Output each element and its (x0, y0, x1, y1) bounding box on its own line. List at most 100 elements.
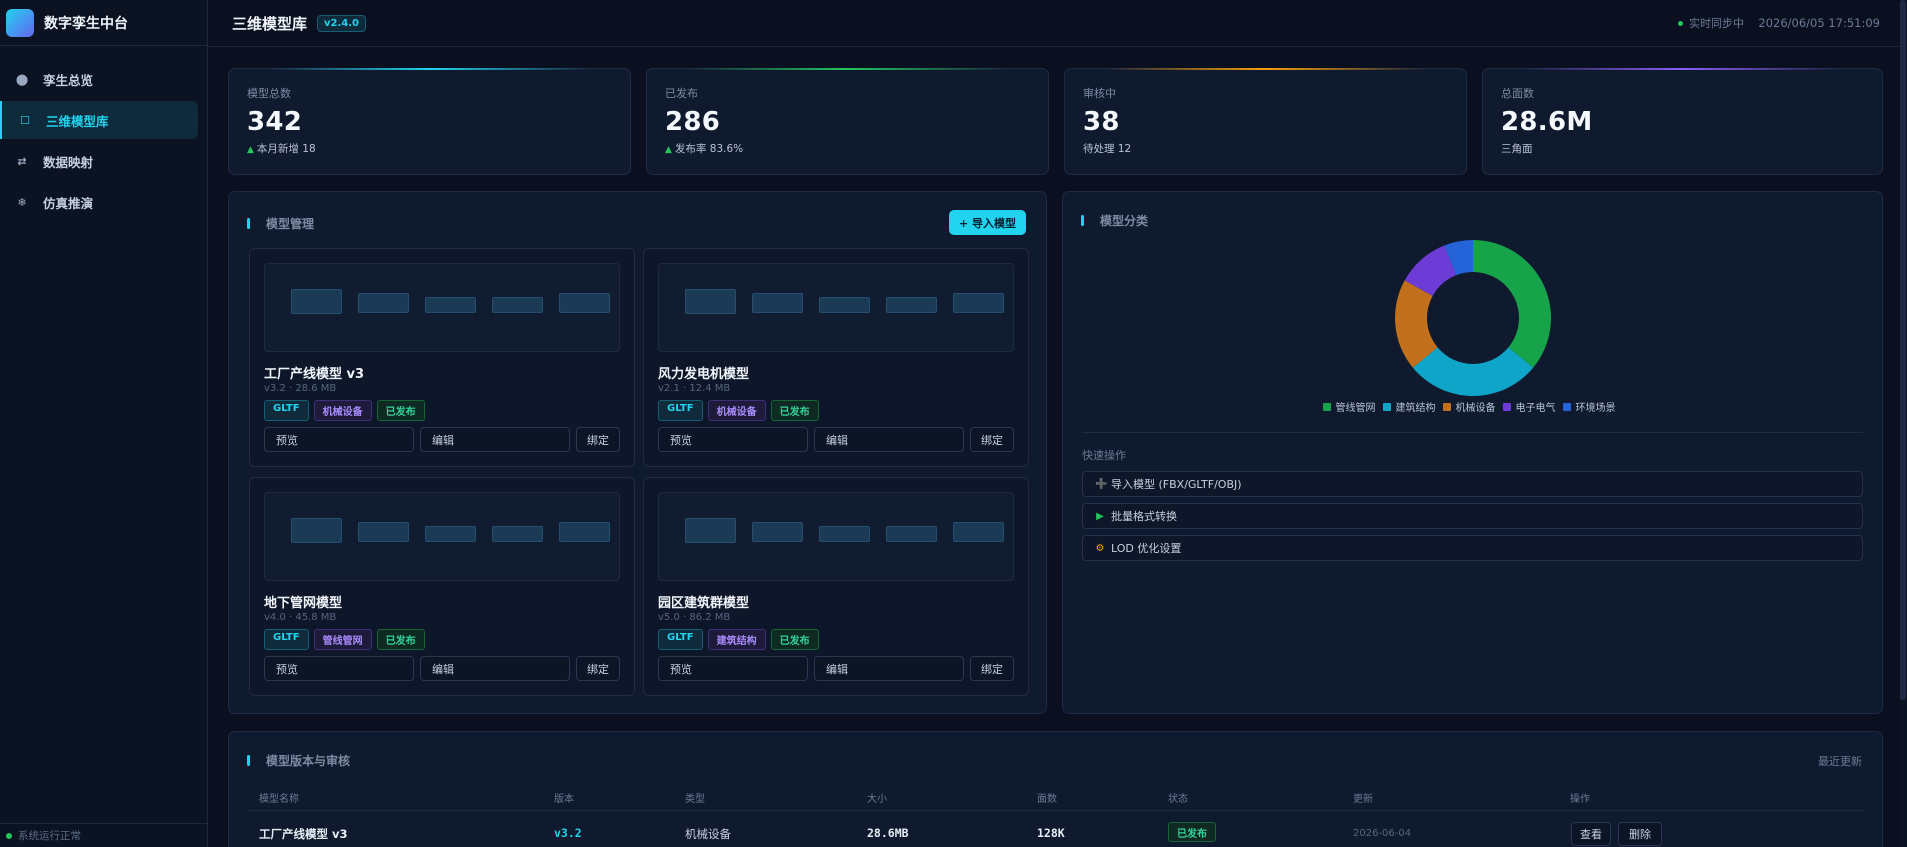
stat-value: 342 (247, 107, 303, 137)
stat-value: 38 (1083, 107, 1120, 137)
sidebar-item-simulation[interactable]: ❄ 仿真推演 (0, 183, 198, 221)
quick-actions-title: 快速操作 (1082, 449, 1126, 462)
quick-action-batch-convert[interactable]: ▶ 批量格式转换 (1082, 503, 1863, 529)
sidebar-item-overview[interactable]: ⬤ 孪生总览 (0, 60, 198, 98)
stat-sub-text: 发布率 83.6% (674, 143, 744, 155)
model-thumbnail[interactable] (658, 492, 1014, 581)
cell-model-name: 工厂产线模型 v3 (259, 827, 348, 841)
stat-sub-text: 本月新增 18 (256, 143, 316, 155)
card-actions: 预览 编辑 绑定 (658, 427, 1014, 452)
accent-bar (1081, 215, 1084, 226)
card-actions: 预览 编辑 绑定 (264, 656, 620, 681)
stat-value: 28.6M (1501, 107, 1593, 137)
model-card[interactable]: 地下管网模型 v4.0 · 45.8 MB GLTF 管线管网 已发布 预览 编… (249, 477, 635, 696)
bind-button[interactable]: 绑定 (970, 427, 1014, 452)
legend-swatch (1322, 402, 1331, 411)
edit-button[interactable]: 编辑 (814, 427, 964, 452)
bind-button[interactable]: 绑定 (576, 656, 620, 681)
model-card[interactable]: 园区建筑群模型 v5.0 · 86.2 MB GLTF 建筑结构 已发布 预览 … (643, 477, 1029, 696)
legend-label: 建筑结构 (1395, 403, 1436, 414)
preview-button[interactable]: 预览 (658, 427, 808, 452)
column-header: 操作 (1570, 794, 1590, 805)
tag-row: GLTF 管线管网 已发布 (264, 629, 430, 650)
square-icon: ☐ (20, 113, 30, 127)
legend-label: 环境场景 (1575, 403, 1616, 414)
quick-action-label: LOD 优化设置 (1111, 542, 1182, 555)
quick-action-import[interactable]: ➕ 导入模型 (FBX/GLTF/OBJ) (1082, 471, 1863, 497)
legend-label: 管线管网 (1335, 403, 1376, 414)
circle-icon: ⬤ (15, 72, 29, 86)
format-tag: GLTF (264, 400, 309, 421)
edit-button[interactable]: 编辑 (814, 656, 964, 681)
column-header: 模型名称 (259, 794, 299, 805)
model-thumbnail[interactable] (658, 263, 1014, 352)
sidebar-nav: ⬤ 孪生总览 ☐ 三维模型库 ⇄ 数据映射 ❄ 仿真推演 (0, 46, 207, 221)
sidebar-item-model-library[interactable]: ☐ 三维模型库 (0, 101, 198, 139)
format-tag: GLTF (658, 400, 703, 421)
sync-status: 实时同步中 (1678, 15, 1744, 31)
stat-sub-text: 待处理 12 (1083, 143, 1132, 155)
pie-slice-1[interactable] (1473, 240, 1551, 368)
model-name: 风力发电机模型 (658, 367, 750, 382)
card-actions: 预览 编辑 绑定 (658, 656, 1014, 681)
bind-button[interactable]: 绑定 (576, 427, 620, 452)
category-tag: 机械设备 (707, 400, 766, 421)
model-name: 园区建筑群模型 (658, 596, 750, 611)
legend-swatch (1562, 402, 1571, 411)
thumb-block (953, 522, 1004, 542)
model-card[interactable]: 工厂产线模型 v3 v3.2 · 28.6 MB GLTF 机械设备 已发布 预… (249, 248, 635, 467)
edit-button[interactable]: 编辑 (420, 427, 570, 452)
edit-button[interactable]: 编辑 (420, 656, 570, 681)
legend-item: 电子电气 (1502, 399, 1556, 414)
brand-logo (6, 8, 34, 37)
model-thumbnail[interactable] (264, 492, 620, 581)
swap-icon: ⇄ (17, 154, 27, 168)
scrollbar[interactable] (1899, 0, 1907, 847)
preview-button[interactable]: 预览 (264, 656, 414, 681)
preview-button[interactable]: 预览 (264, 427, 414, 452)
bind-button[interactable]: 绑定 (970, 656, 1014, 681)
category-tag: 管线管网 (313, 629, 372, 650)
plus-icon: ➕ (1095, 478, 1108, 490)
thumb-block (752, 293, 803, 313)
panel-header: 模型版本与审核 (247, 752, 350, 769)
thumb-block (559, 293, 610, 313)
column-header: 版本 (554, 794, 574, 805)
column-header: 面数 (1037, 794, 1057, 805)
panel-header: 模型分类 (1081, 212, 1148, 229)
model-card[interactable]: 风力发电机模型 v2.1 · 12.4 MB GLTF 机械设备 已发布 预览 … (643, 248, 1029, 467)
sidebar-item-label: 数据映射 (43, 154, 94, 170)
thumb-block (819, 526, 870, 542)
tag-row: GLTF 机械设备 已发布 (658, 400, 824, 421)
thumb-block (425, 526, 476, 542)
category-tag: 建筑结构 (707, 629, 766, 650)
sync-text: 实时同步中 (1689, 17, 1744, 30)
up-arrow-icon: ▲ (665, 145, 672, 155)
version-badge: v2.4.0 (317, 14, 367, 32)
page-title: 三维模型库 (232, 14, 308, 33)
stat-value: 286 (665, 107, 721, 137)
delete-button[interactable]: 删除 (1618, 822, 1662, 846)
panel-header: 模型管理 (247, 215, 314, 232)
pie-slice-2[interactable] (1412, 347, 1534, 397)
quick-action-lod-settings[interactable]: ⚙ LOD 优化设置 (1082, 535, 1863, 561)
thumb-block (358, 522, 409, 542)
stat-card-reviewing: 审核中 38 待处理 12 (1064, 68, 1467, 175)
tag-row: GLTF 机械设备 已发布 (264, 400, 430, 421)
scrollbar-thumb[interactable] (1900, 0, 1906, 700)
tag-row: GLTF 建筑结构 已发布 (658, 629, 824, 650)
snowflake-icon: ❄ (17, 195, 27, 209)
stat-label: 审核中 (1083, 87, 1116, 100)
sidebar-item-label: 仿真推演 (43, 195, 94, 211)
thumb-block (425, 297, 476, 313)
import-model-button[interactable]: + 导入模型 (948, 210, 1026, 235)
thumb-block (492, 297, 543, 313)
thumb-block (358, 293, 409, 313)
model-thumbnail[interactable] (264, 263, 620, 352)
recent-updates-link[interactable]: 最近更新 (1818, 753, 1862, 769)
thumb-block (886, 526, 937, 542)
sidebar-item-data-mapping[interactable]: ⇄ 数据映射 (0, 142, 198, 180)
preview-button[interactable]: 预览 (658, 656, 808, 681)
cell-size: 28.6MB (867, 826, 909, 840)
view-button[interactable]: 查看 (1571, 822, 1611, 846)
